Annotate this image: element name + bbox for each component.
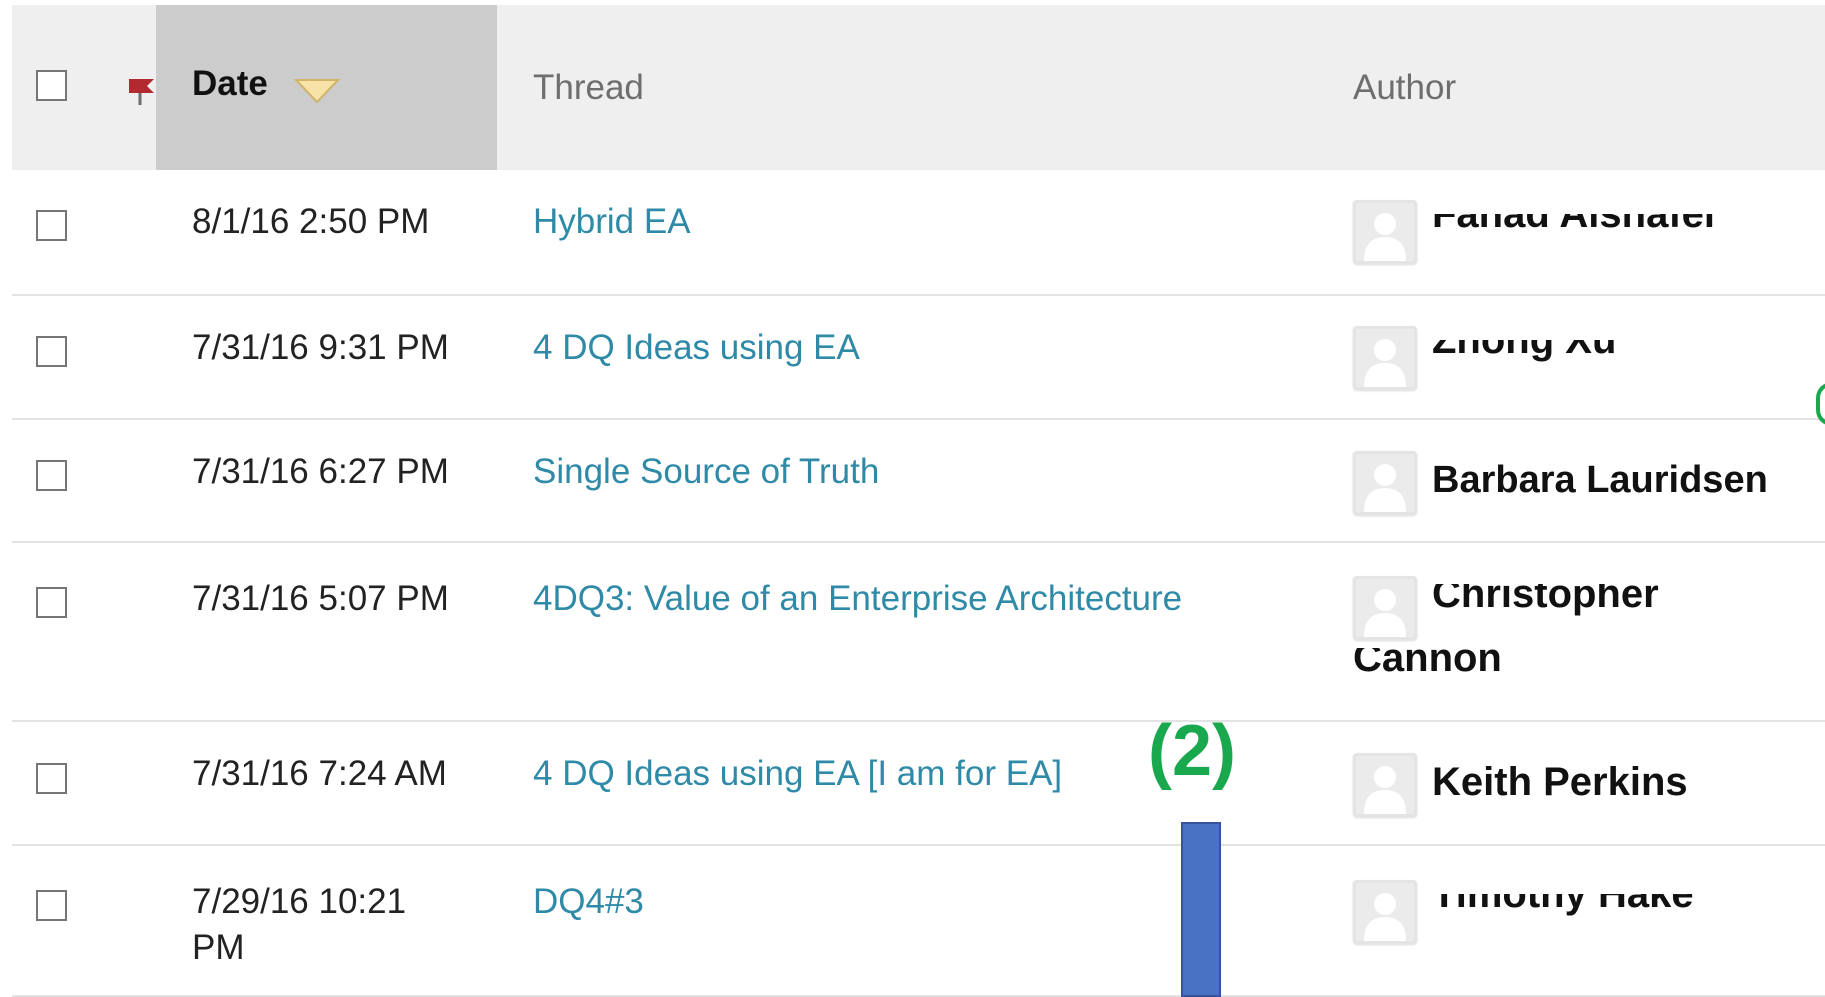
row-date-line2: PM (192, 928, 245, 967)
author-column-header[interactable]: Author (1353, 68, 1456, 108)
sort-down-icon[interactable] (294, 76, 340, 106)
thread-link[interactable]: 4 DQ Ideas using EA (533, 324, 860, 372)
row-date: 7/31/16 6:27 PM (192, 452, 449, 491)
row-divider (12, 541, 1825, 543)
row-divider (12, 720, 1825, 722)
date-column-header[interactable]: Date (192, 64, 268, 104)
select-all-checkbox[interactable] (36, 70, 67, 101)
row-divider (12, 418, 1825, 420)
default-avatar-icon (1353, 451, 1417, 515)
row-checkbox[interactable] (36, 890, 67, 921)
author-name[interactable]: Fahad Alshafei (1432, 214, 1732, 247)
row-checkbox[interactable] (36, 336, 67, 367)
discussion-thread-table: Date Thread Author 8/1/16 2:50 PM Hybrid… (0, 0, 1825, 997)
author-name[interactable]: Timothy Hake (1432, 894, 1732, 927)
thread-link[interactable]: Hybrid EA (533, 198, 691, 246)
author-name[interactable]: Barbara Lauridsen (1432, 456, 1768, 504)
thread-link[interactable]: 4 DQ Ideas using EA [I am for EA] (533, 750, 1062, 798)
default-avatar-icon (1353, 576, 1417, 640)
default-avatar-icon (1353, 753, 1417, 817)
thread-link[interactable]: Single Source of Truth (533, 448, 879, 496)
row-checkbox[interactable] (36, 210, 67, 241)
row-date: 7/29/16 10:21 (192, 882, 407, 921)
default-avatar-icon (1353, 326, 1417, 390)
row-date: 7/31/16 9:31 PM (192, 328, 449, 367)
row-date: 8/1/16 2:50 PM (192, 202, 430, 241)
thread-link[interactable]: 4DQ3: Value of an Enterprise Architectur… (533, 575, 1182, 623)
thread-column-header[interactable]: Thread (533, 68, 644, 108)
default-avatar-icon (1353, 880, 1417, 944)
row-divider (12, 844, 1825, 846)
author-name[interactable]: Christopher (1432, 584, 1712, 618)
author-name-line2[interactable]: Cannon (1353, 648, 1553, 682)
row-date: 7/31/16 5:07 PM (192, 579, 449, 618)
row-date: 7/31/16 7:24 AM (192, 754, 447, 793)
row-checkbox[interactable] (36, 763, 67, 794)
row-checkbox[interactable] (36, 460, 67, 491)
annotation-label: (2) (1148, 711, 1236, 791)
author-name[interactable]: Keith Perkins (1432, 766, 1732, 802)
author-name[interactable]: Zhong Xu (1432, 340, 1732, 373)
row-divider (12, 294, 1825, 296)
annotation-arrow (1181, 822, 1221, 997)
row-checkbox[interactable] (36, 587, 67, 618)
default-avatar-icon (1353, 200, 1417, 264)
flag-icon[interactable] (124, 74, 158, 108)
thread-link[interactable]: DQ4#3 (533, 878, 644, 926)
